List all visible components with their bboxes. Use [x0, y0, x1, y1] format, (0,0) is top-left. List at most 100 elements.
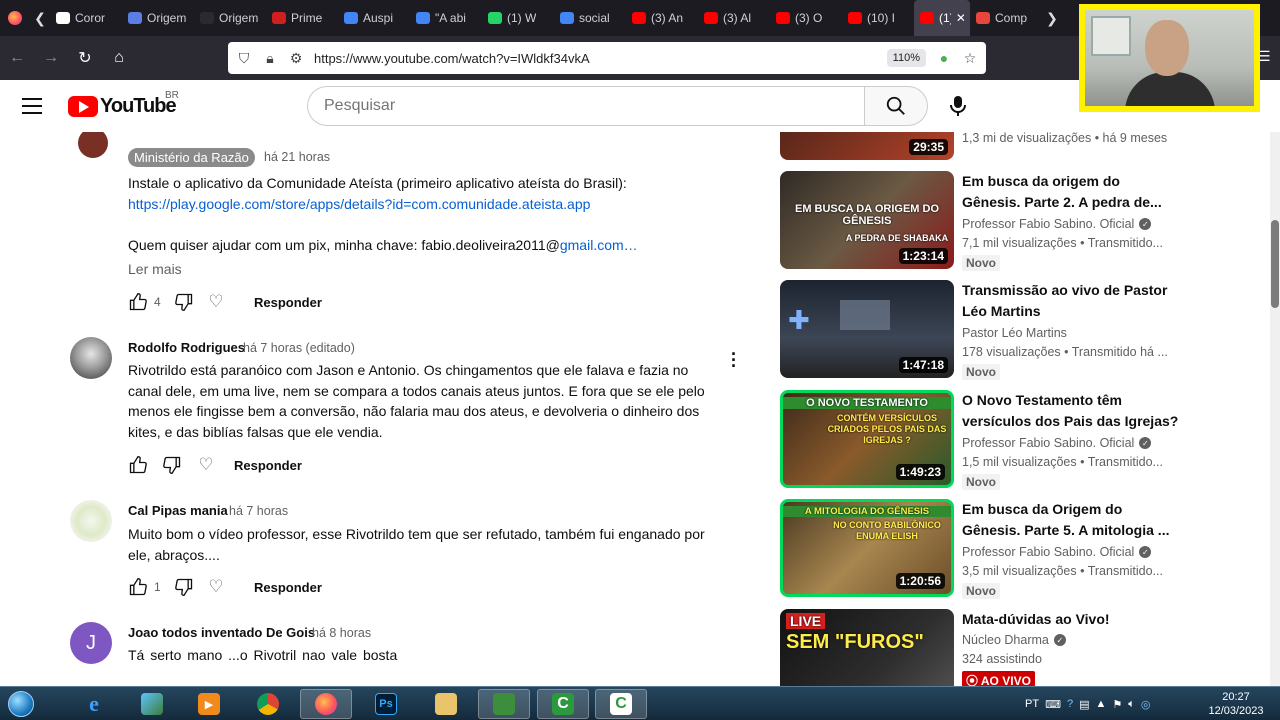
taskbar-player[interactable]: ▶ [183, 689, 235, 719]
taskbar-chrome[interactable] [242, 689, 294, 719]
avatar[interactable] [70, 337, 112, 379]
page-scrollbar-thumb[interactable] [1271, 220, 1279, 308]
browser-tab[interactable]: Origem [194, 0, 266, 36]
comment-author[interactable]: Rodolfo Rodrigues [128, 340, 245, 355]
browser-tab[interactable]: Comp [970, 0, 1042, 36]
heart-icon[interactable]: ♡ [204, 575, 228, 599]
taskbar-firefox[interactable] [300, 689, 352, 719]
video-thumbnail[interactable]: EM BUSCA DA ORIGEM DO GÊNESIS A PEDRA DE… [780, 171, 954, 269]
youtube-logo[interactable]: YouTube [68, 95, 177, 118]
taskbar-ie[interactable]: e [68, 689, 120, 719]
video-item[interactable]: A MITOLOGIA DO GÊNESIS NO CONTO BABILÔNI… [780, 499, 1280, 599]
language-indicator[interactable]: PT [1025, 698, 1039, 710]
taskbar-app[interactable] [478, 689, 530, 719]
taskbar-camtasia[interactable]: C [537, 689, 589, 719]
like-icon[interactable] [126, 290, 150, 314]
avatar[interactable] [78, 132, 108, 158]
url-text[interactable]: https://www.youtube.com/watch?v=IWldkf34… [314, 51, 877, 66]
shield-icon[interactable]: ⛉ [236, 50, 252, 67]
dislike-icon[interactable] [172, 290, 196, 314]
video-title[interactable]: Transmissão ao vivo de Pastor Léo Martin… [962, 280, 1182, 321]
video-thumbnail[interactable]: LIVE SEM "FUROS" [780, 609, 954, 686]
help-icon[interactable]: ? [1067, 698, 1073, 710]
firefox-menu-icon[interactable] [0, 0, 30, 36]
start-button[interactable] [2, 687, 40, 720]
extension-icon[interactable]: ● [936, 50, 952, 66]
comment-time[interactable]: há 8 horas [312, 626, 371, 640]
browser-tab[interactable]: (3) O [770, 0, 842, 36]
comment-author[interactable]: Joao todos inventado De Gois [128, 625, 315, 640]
comment-link[interactable]: https://play.google.com/store/apps/detai… [128, 194, 718, 215]
browser-tab[interactable]: Origem [122, 0, 194, 36]
video-item[interactable]: O NOVO TESTAMENTO CONTÉM VERSÍCULOS CRIA… [780, 390, 1280, 490]
reply-button[interactable]: Responder [234, 458, 302, 473]
clock[interactable]: 20:27 12/03/2023 [1206, 690, 1266, 718]
browser-tab[interactable]: (3) An [626, 0, 698, 36]
video-title[interactable]: O Novo Testamento têm versículos dos Pai… [962, 390, 1182, 431]
video-item[interactable]: ✚ 1:47:18 Transmissão ao vivo de Pastor … [780, 280, 1280, 380]
flag-icon[interactable]: ⚑ [1112, 698, 1122, 711]
comment-time[interactable]: há 21 horas [264, 150, 330, 164]
comment-time[interactable]: há 7 horas (editado) [243, 341, 355, 355]
volume-icon[interactable]: 🔈︎ [1128, 698, 1135, 711]
scroll-tabs-left-icon[interactable]: ❮ [30, 10, 50, 27]
browser-tab[interactable]: social [554, 0, 626, 36]
guide-menu-icon[interactable] [22, 98, 42, 119]
avatar[interactable]: J [70, 622, 112, 664]
scroll-tabs-right-icon[interactable]: ❯ [1042, 10, 1062, 27]
permissions-icon[interactable]: ⚙ [288, 50, 304, 67]
video-thumbnail[interactable]: O NOVO TESTAMENTO CONTÉM VERSÍCULOS CRIA… [780, 390, 954, 488]
heart-icon[interactable]: ♡ [194, 453, 218, 477]
lock-icon[interactable]: 🔒︎ [262, 50, 278, 67]
video-channel[interactable]: Pastor Léo Martins [962, 326, 1067, 340]
browser-tab[interactable]: (10) I [842, 0, 914, 36]
reload-icon[interactable]: ↻ [68, 48, 102, 68]
home-icon[interactable]: ⌂ [102, 49, 136, 67]
video-title[interactable]: Em busca da Origem do Gênesis. Parte 5. … [962, 499, 1182, 540]
taskbar-media[interactable] [126, 689, 178, 719]
video-channel[interactable]: Professor Fabio Sabino. Oficial ✓ [962, 217, 1152, 231]
comment-time[interactable]: há 7 horas [229, 504, 288, 518]
keyboard-icon[interactable]: ⌨ [1045, 698, 1061, 711]
dislike-icon[interactable] [172, 575, 196, 599]
video-channel[interactable]: Professor Fabio Sabino. Oficial ✓ [962, 436, 1152, 450]
video-item[interactable]: EM BUSCA DA ORIGEM DO GÊNESIS A PEDRA DE… [780, 171, 1280, 271]
sync-icon[interactable]: ◎ [1141, 698, 1151, 711]
taskbar-explorer[interactable] [420, 689, 472, 719]
video-thumbnail[interactable]: 29:35 [780, 132, 954, 160]
voice-search-button[interactable] [944, 92, 972, 120]
page-scrollbar-track[interactable] [1270, 132, 1280, 686]
video-title[interactable]: Em busca da origem do Gênesis. Parte 2. … [962, 171, 1182, 212]
video-title[interactable]: Mata-dúvidas ao Vivo! [962, 609, 1182, 630]
url-bar[interactable]: ⛉ 🔒︎ ⚙ https://www.youtube.com/watch?v=I… [228, 42, 986, 74]
bookmark-star-icon[interactable]: ☆ [962, 50, 978, 67]
like-icon[interactable] [126, 453, 150, 477]
browser-tab[interactable]: Prime [266, 0, 338, 36]
search-button[interactable] [864, 86, 928, 126]
reply-button[interactable]: Responder [254, 580, 322, 595]
browser-tab[interactable]: Auspi [338, 0, 410, 36]
like-icon[interactable] [126, 575, 150, 599]
forward-icon[interactable]: → [34, 49, 68, 67]
browser-tab[interactable]: (1) ✕ [914, 0, 970, 36]
show-hidden-icons-icon[interactable]: ▲ [1095, 698, 1106, 710]
avatar[interactable] [70, 500, 112, 542]
browser-tab[interactable]: "A abi [410, 0, 482, 36]
comment-author[interactable]: Ministério da Razão [128, 148, 255, 167]
close-tab-icon[interactable]: ✕ [956, 11, 964, 25]
video-channel[interactable]: Núcleo Dharma ✓ [962, 633, 1066, 647]
video-item[interactable]: LIVE SEM "FUROS" Mata-dúvidas ao Vivo! N… [780, 609, 1280, 686]
video-thumbnail[interactable]: ✚ 1:47:18 [780, 280, 954, 378]
taskbar-camtasia-recorder[interactable]: C [595, 689, 647, 719]
more-actions-icon[interactable]: · · · [728, 345, 740, 375]
read-more-link[interactable]: Ler mais [128, 261, 182, 277]
heart-icon[interactable]: ♡ [204, 290, 228, 314]
video-channel[interactable]: Professor Fabio Sabino. Oficial ✓ [962, 545, 1152, 559]
dislike-icon[interactable] [160, 453, 184, 477]
zoom-level[interactable]: 110% [886, 49, 926, 67]
browser-tab[interactable]: Coror [50, 0, 122, 36]
network-icon[interactable]: ▤ [1079, 698, 1089, 711]
reply-button[interactable]: Responder [254, 295, 322, 310]
taskbar-photoshop[interactable]: Ps [360, 689, 412, 719]
search-input[interactable] [307, 86, 864, 126]
